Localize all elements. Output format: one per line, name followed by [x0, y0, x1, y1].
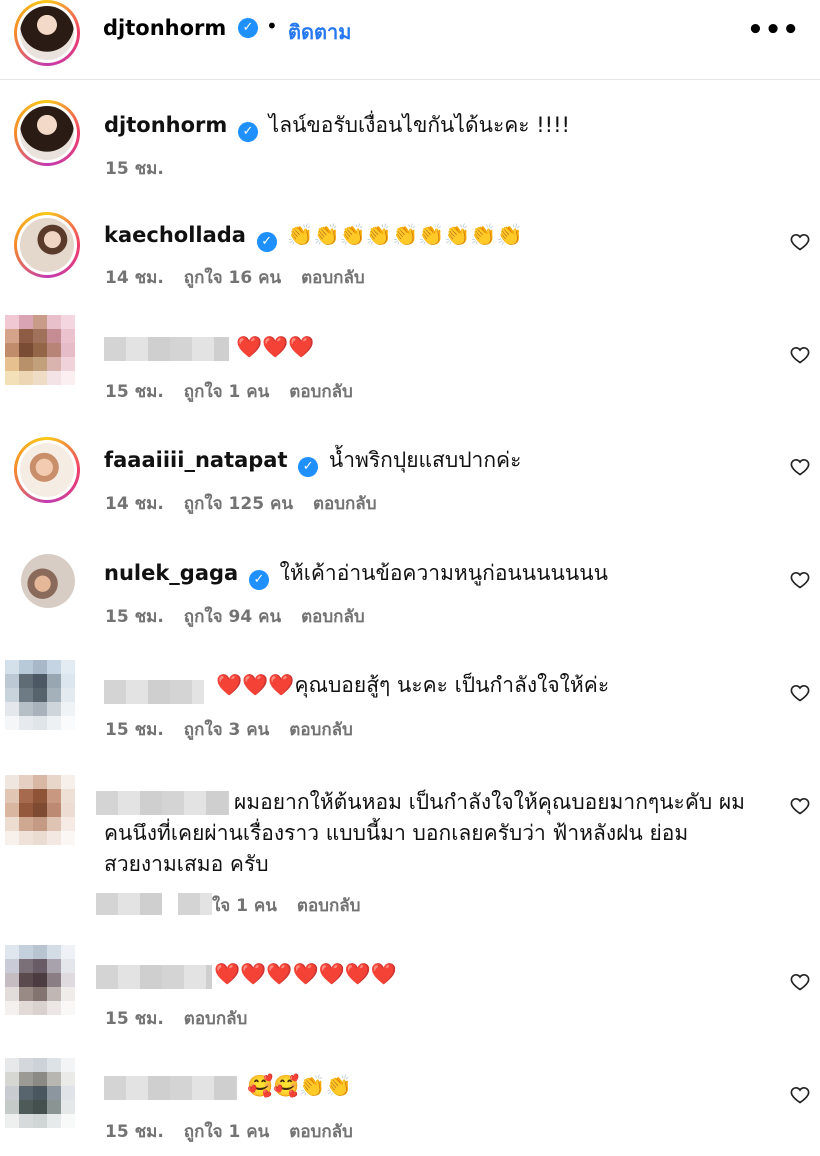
verified-badge-icon: ✓ [238, 18, 258, 38]
comment-likes[interactable]: ถูกใจ 16 คน [184, 268, 281, 288]
comment-meta: 15 ชม. ถูกใจ 3 คน ตอบกลับ [105, 716, 373, 743]
commenter-avatar[interactable] [14, 437, 80, 503]
commenter-handle[interactable]: nulek_gaga [104, 561, 238, 585]
comment-body: น้ำพริกปุยแสบปากค่ะ [328, 448, 522, 472]
comment-time: 14 ชม. [105, 268, 164, 288]
comment-text: ผมอยากให้ต้นหอม เป็นกำลังใจให้คุณบอยมากๆ… [104, 787, 764, 880]
comment-time-blurred [96, 893, 162, 915]
comment-likes[interactable]: ถูกใจ 1 คน [184, 382, 270, 402]
comment-body: ให้เค้าอ่านข้อความหนูก่อนนนนนนน [279, 561, 608, 585]
comment-meta: 15 ชม. ตอบกลับ [105, 1005, 267, 1032]
verified-badge-icon: ✓ [248, 570, 269, 590]
more-options-icon[interactable]: ••• [747, 15, 800, 45]
reply-button[interactable]: ตอบกลับ [297, 896, 361, 916]
comment-likes[interactable]: ถูกใจ 1 คน [184, 1122, 270, 1142]
comment-meta: 15 ชม. ถูกใจ 1 คน ตอบกลับ [105, 378, 373, 405]
caption-body: ไลน์ขอรับเงื่อนไขกันได้นะคะ !!!! [268, 113, 570, 137]
commenter-handle-blurred[interactable] [104, 337, 229, 361]
comment-meta: 14 ชม. ถูกใจ 16 คน ตอบกลับ [105, 264, 385, 291]
comment-text: ❤️❤️❤️❤️❤️❤️❤️ [214, 959, 397, 990]
comment-body: ผมอยากให้ต้นหอม เป็นกำลังใจให้คุณบอยมากๆ… [104, 790, 746, 876]
comment-time: 14 ชม. [105, 494, 164, 514]
comment-likes[interactable]: ถูกใจ 94 คน [184, 607, 281, 627]
comment-body: ❤️❤️❤️ [236, 335, 315, 359]
heart-outline-icon[interactable] [790, 972, 810, 992]
comment-likes-blurred [178, 893, 212, 915]
reply-button[interactable]: ตอบกลับ [184, 1009, 248, 1029]
verified-badge-icon: ✓ [298, 457, 319, 477]
commenter-avatar-blurred[interactable] [5, 660, 75, 730]
commenter-handle[interactable]: faaaiiii_natapat [104, 448, 288, 472]
comment-text: 🥰🥰👏👏 [247, 1071, 352, 1102]
commenter-handle-blurred[interactable] [104, 1076, 237, 1100]
reply-button[interactable]: ตอบกลับ [301, 607, 365, 627]
caption-text: djtonhorm ✓ ไลน์ขอรับเงื่อนไขกันได้นะคะ … [104, 110, 570, 142]
commenter-avatar-blurred[interactable] [5, 775, 75, 845]
comment-time: 15 ชม. [105, 382, 164, 402]
separator-dot: • [266, 14, 278, 38]
comment-text: kaechollada ✓ 👏👏👏👏👏👏👏👏👏 [104, 220, 523, 252]
comment-likes[interactable]: ถูกใจ 3 คน [184, 720, 270, 740]
post-header: djtonhorm ✓ • ติดตาม ••• [0, 0, 820, 80]
comment-body: ❤️❤️❤️❤️❤️❤️❤️ [214, 962, 398, 986]
commenter-avatar-blurred[interactable] [5, 315, 75, 385]
comment-body: ❤️❤️❤️คุณบอยสู้ๆ นะคะ เป็นกำลังใจให้ค่ะ [216, 673, 610, 697]
comment-meta: 15 ชม. ถูกใจ 1 คน ตอบกลับ [105, 1118, 373, 1145]
follow-button[interactable]: ติดตาม [288, 16, 351, 48]
comment-time: 15 ชม. [105, 607, 164, 627]
caption-time: 15 ชม. [105, 159, 164, 179]
reply-button[interactable]: ตอบกลับ [301, 268, 365, 288]
commenter-handle-blurred[interactable] [104, 680, 204, 704]
commenter-avatar[interactable] [14, 212, 80, 278]
comment-meta: 14 ชม. ถูกใจ 125 คน ตอบกลับ [105, 490, 397, 517]
comment-likes[interactable]: ใจ 1 คน [212, 896, 277, 916]
heart-outline-icon[interactable] [790, 345, 810, 365]
reply-button[interactable]: ตอบกลับ [289, 382, 353, 402]
comment-text: ❤️❤️❤️คุณบอยสู้ๆ นะคะ เป็นกำลังใจให้ค่ะ [216, 670, 609, 701]
comment-time: 15 ชม. [105, 1122, 164, 1142]
comment-likes[interactable]: ถูกใจ 125 คน [184, 494, 293, 514]
heart-outline-icon[interactable] [790, 570, 810, 590]
comment-body: 🥰🥰👏👏 [247, 1074, 352, 1098]
verified-badge-icon: ✓ [237, 122, 258, 142]
commenter-avatar-blurred[interactable] [5, 945, 75, 1015]
commenter-handle-blurred[interactable] [96, 965, 212, 989]
commenter-handle[interactable]: kaechollada [104, 223, 246, 247]
caption-author[interactable]: djtonhorm [104, 113, 227, 137]
comment-time: 15 ชม. [105, 720, 164, 740]
commenter-avatar-blurred[interactable] [5, 1058, 75, 1128]
heart-outline-icon[interactable] [790, 683, 810, 703]
author-avatar[interactable] [14, 0, 80, 66]
heart-outline-icon[interactable] [790, 457, 810, 477]
reply-button[interactable]: ตอบกลับ [289, 720, 353, 740]
commenter-avatar[interactable] [21, 554, 75, 608]
heart-outline-icon[interactable] [790, 796, 810, 816]
comment-text: nulek_gaga ✓ ให้เค้าอ่านข้อความหนูก่อนนน… [104, 558, 608, 590]
comment-time: 15 ชม. [105, 1009, 164, 1029]
heart-outline-icon[interactable] [790, 232, 810, 252]
heart-outline-icon[interactable] [790, 1085, 810, 1105]
comment-meta: 15 ชม. ถูกใจ 94 คน ตอบกลับ [105, 603, 385, 630]
reply-button[interactable]: ตอบกลับ [313, 494, 377, 514]
author-handle[interactable]: djtonhorm [103, 16, 226, 40]
comment-text: faaaiiii_natapat ✓ น้ำพริกปุยแสบปากค่ะ [104, 445, 522, 477]
comment-text: ❤️❤️❤️ [236, 332, 314, 363]
verified-badge-icon: ✓ [256, 232, 277, 252]
reply-button[interactable]: ตอบกลับ [289, 1122, 353, 1142]
caption-avatar[interactable] [14, 100, 80, 166]
comment-body: 👏👏👏👏👏👏👏👏👏 [287, 223, 523, 247]
comment-meta: ใจ 1 คน ตอบกลับ [212, 892, 380, 919]
